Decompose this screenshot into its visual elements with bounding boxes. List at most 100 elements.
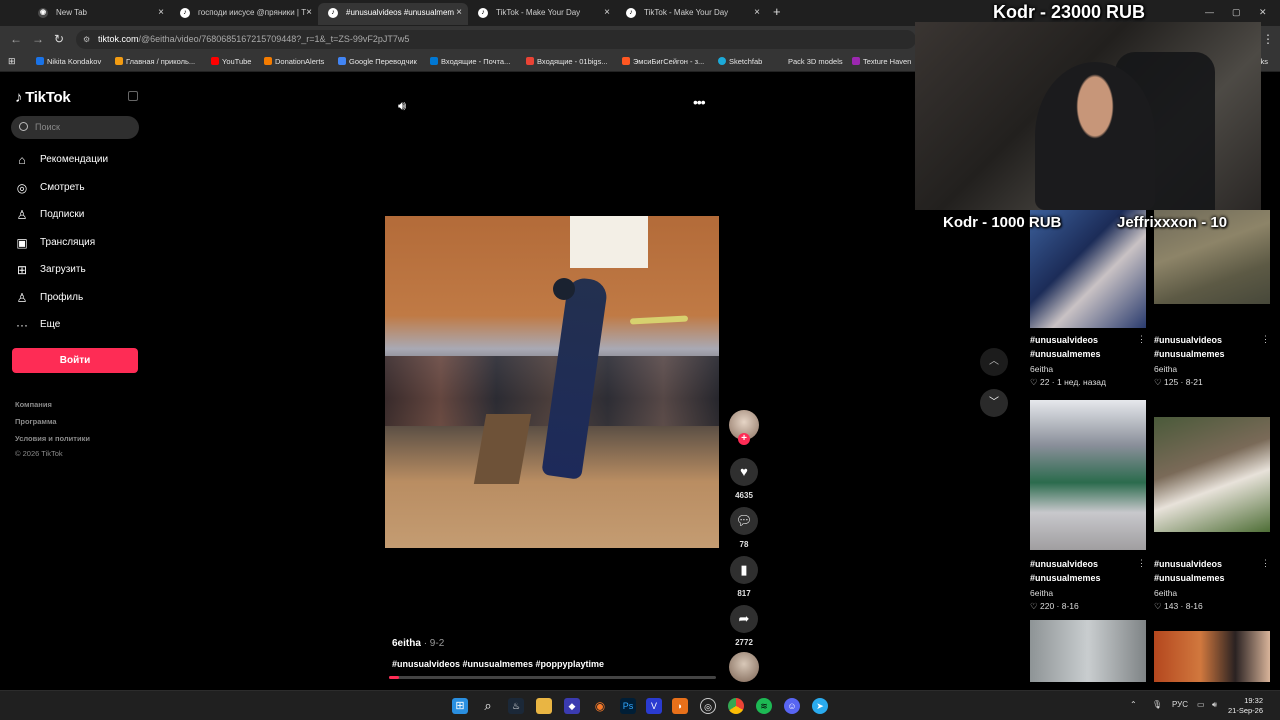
bookmark-item[interactable]: Texture Haven [852,57,911,66]
grid-more-icon[interactable]: ⋮ [1261,334,1270,345]
grid-video-title[interactable]: #unusualvideos #unusualmemes [1154,333,1264,361]
comment-button[interactable]: 💬︎ [730,507,758,535]
minimize-icon[interactable]: — [1205,7,1214,17]
following-icon: ♙ [16,208,28,222]
tiktok-logo[interactable]: ♪ TikTok [15,89,71,106]
sound-avatar[interactable] [729,652,759,682]
app-icon[interactable]: ◆ [564,698,580,714]
windows-start-icon[interactable]: ⊞ [452,698,468,714]
browser-tab[interactable]: ♪ TikTok - Make Your Day × [468,3,616,25]
browser-tab-active[interactable]: ♪ #unusualvideos #unusualmem × [318,3,468,25]
search-input[interactable]: Поиск [11,116,139,139]
bookmark-item[interactable]: YouTube [211,57,251,66]
close-tab-icon[interactable]: × [306,3,312,23]
network-icon[interactable]: ▭ [1197,700,1205,709]
speaker-icon[interactable]: 🔊︎ [1212,700,1217,710]
tray-expand-icon[interactable]: ⌃ [1130,700,1137,709]
nav-explore[interactable]: ◎ Смотреть [15,178,85,198]
bookmark-item[interactable]: DonationAlerts [264,57,324,66]
spotify-icon[interactable]: ≋ [756,698,772,714]
video-description[interactable]: #unusualvideos #unusualmemes #poppyplayt… [392,659,604,669]
obs-icon[interactable]: ◎ [700,698,716,714]
close-tab-icon[interactable]: × [754,3,760,23]
bookmark-item[interactable]: Nikita Kondakov [36,57,101,66]
close-tab-icon[interactable]: × [456,3,462,23]
app-v-icon[interactable]: V [646,698,662,714]
menu-dots-icon[interactable]: ⋮ [1262,32,1274,46]
browser-tab[interactable]: ◉ New Tab × [28,3,170,25]
bookmark-button[interactable]: ▮ [730,556,758,584]
url-field[interactable]: ⚙ tiktok.com/@6eitha/video/7680685167215… [76,30,916,49]
more-options-icon[interactable]: ••• [693,94,706,110]
volume-icon[interactable]: 🔊︎ [398,98,406,114]
youtube-icon [211,57,219,65]
forward-icon[interactable]: → [32,32,44,46]
telegram-icon[interactable]: ➤ [812,698,828,714]
steam-icon[interactable]: ♨ [508,698,524,714]
nav-more[interactable]: ··· Еще [15,315,60,335]
grid-video-title[interactable]: #unusualvideos #unusualmemes [1030,557,1140,585]
site-info-icon[interactable]: ⚙ [83,30,90,49]
video-frame-head [553,278,575,300]
blender-icon[interactable]: ◉ [592,698,608,714]
footer-link[interactable]: Компания [15,400,52,409]
grid-video-user[interactable]: 6eitha [1030,364,1053,374]
photoshop-icon[interactable]: Ps [620,698,636,714]
close-tab-icon[interactable]: × [604,3,610,23]
bookmark-item[interactable]: Входящие - Почта... [430,57,510,66]
bookmark-item[interactable]: Sketchfab [718,57,762,66]
video-author[interactable]: 6eitha · 9-2 [392,638,444,649]
bookmark-item[interactable]: Главная / приколь... [115,57,195,66]
footer-link[interactable]: Программа [15,417,57,426]
next-video-button[interactable]: ﹀ [980,389,1008,417]
nav-following[interactable]: ♙ Подписки [15,205,85,225]
nav-live[interactable]: ▣ Трансляция [15,233,95,253]
grid-video-user[interactable]: 6eitha [1154,364,1177,374]
live-icon: ▣ [16,236,28,250]
previous-video-button[interactable]: ︿ [980,348,1008,376]
bookmark-item[interactable]: ЭмсиБигСейгон - з... [622,57,704,66]
search-icon[interactable]: ⌕ [480,698,496,714]
follow-plus-icon[interactable]: + [738,433,750,445]
browser-tab[interactable]: ♪ TikTok - Make Your Day × [616,3,766,25]
reload-icon[interactable]: ↻ [54,32,64,46]
video-thumbnail[interactable] [1154,631,1270,682]
video-progress-bar[interactable] [389,676,716,679]
grid-more-icon[interactable]: ⋮ [1261,558,1270,569]
grid-video-title[interactable]: #unusualvideos #unusualmemes [1030,333,1140,361]
bookmark-item[interactable]: Pack 3D models [788,57,843,66]
discord-icon[interactable]: ☺ [784,698,800,714]
grid-video-user[interactable]: 6eitha [1030,588,1053,598]
fl-studio-icon[interactable]: ◗ [672,698,688,714]
new-tab-button[interactable]: + [773,4,781,19]
system-clock[interactable]: 19:32 21-Sep-26 [1228,696,1263,716]
browser-tab[interactable]: ♪ господи иисусе @пряники | T × [170,3,318,25]
footer-link[interactable]: Условия и политики [15,434,90,443]
grid-more-icon[interactable]: ⋮ [1137,558,1146,569]
folder-icon[interactable] [536,698,552,714]
apps-grid-icon[interactable]: ⊞ [8,56,16,67]
bookmark-item[interactable]: Google Переводчик [338,57,417,66]
video-player[interactable] [385,216,719,548]
language-indicator[interactable]: РУС [1172,700,1188,709]
back-icon[interactable]: ← [10,32,22,46]
maximize-icon[interactable]: ▢ [1232,7,1241,18]
grid-video-user[interactable]: 6eitha [1154,588,1177,598]
nav-profile[interactable]: ♙ Профиль [15,288,84,308]
login-button[interactable]: Войти [12,348,138,373]
grid-more-icon[interactable]: ⋮ [1137,334,1146,345]
bookmark-item[interactable]: Входящие - 01bigs... [526,57,608,66]
close-tab-icon[interactable]: × [158,3,164,23]
microphone-icon[interactable]: 🎙︎ [1152,700,1162,709]
close-window-icon[interactable]: ✕ [1259,7,1267,18]
chrome-icon[interactable] [728,698,744,714]
video-thumbnail[interactable] [1030,400,1146,550]
share-button[interactable]: ➦ [730,605,758,633]
nav-upload[interactable]: ⊞ Загрузить [15,260,86,280]
grid-video-title[interactable]: #unusualvideos #unusualmemes [1154,557,1264,585]
nav-recommendations[interactable]: ⌂ Рекомендации [15,150,108,170]
video-thumbnail[interactable] [1154,417,1270,532]
video-thumbnail[interactable] [1030,620,1146,682]
like-button[interactable]: ♥ [730,458,758,486]
collapse-sidebar-icon[interactable] [128,91,138,101]
